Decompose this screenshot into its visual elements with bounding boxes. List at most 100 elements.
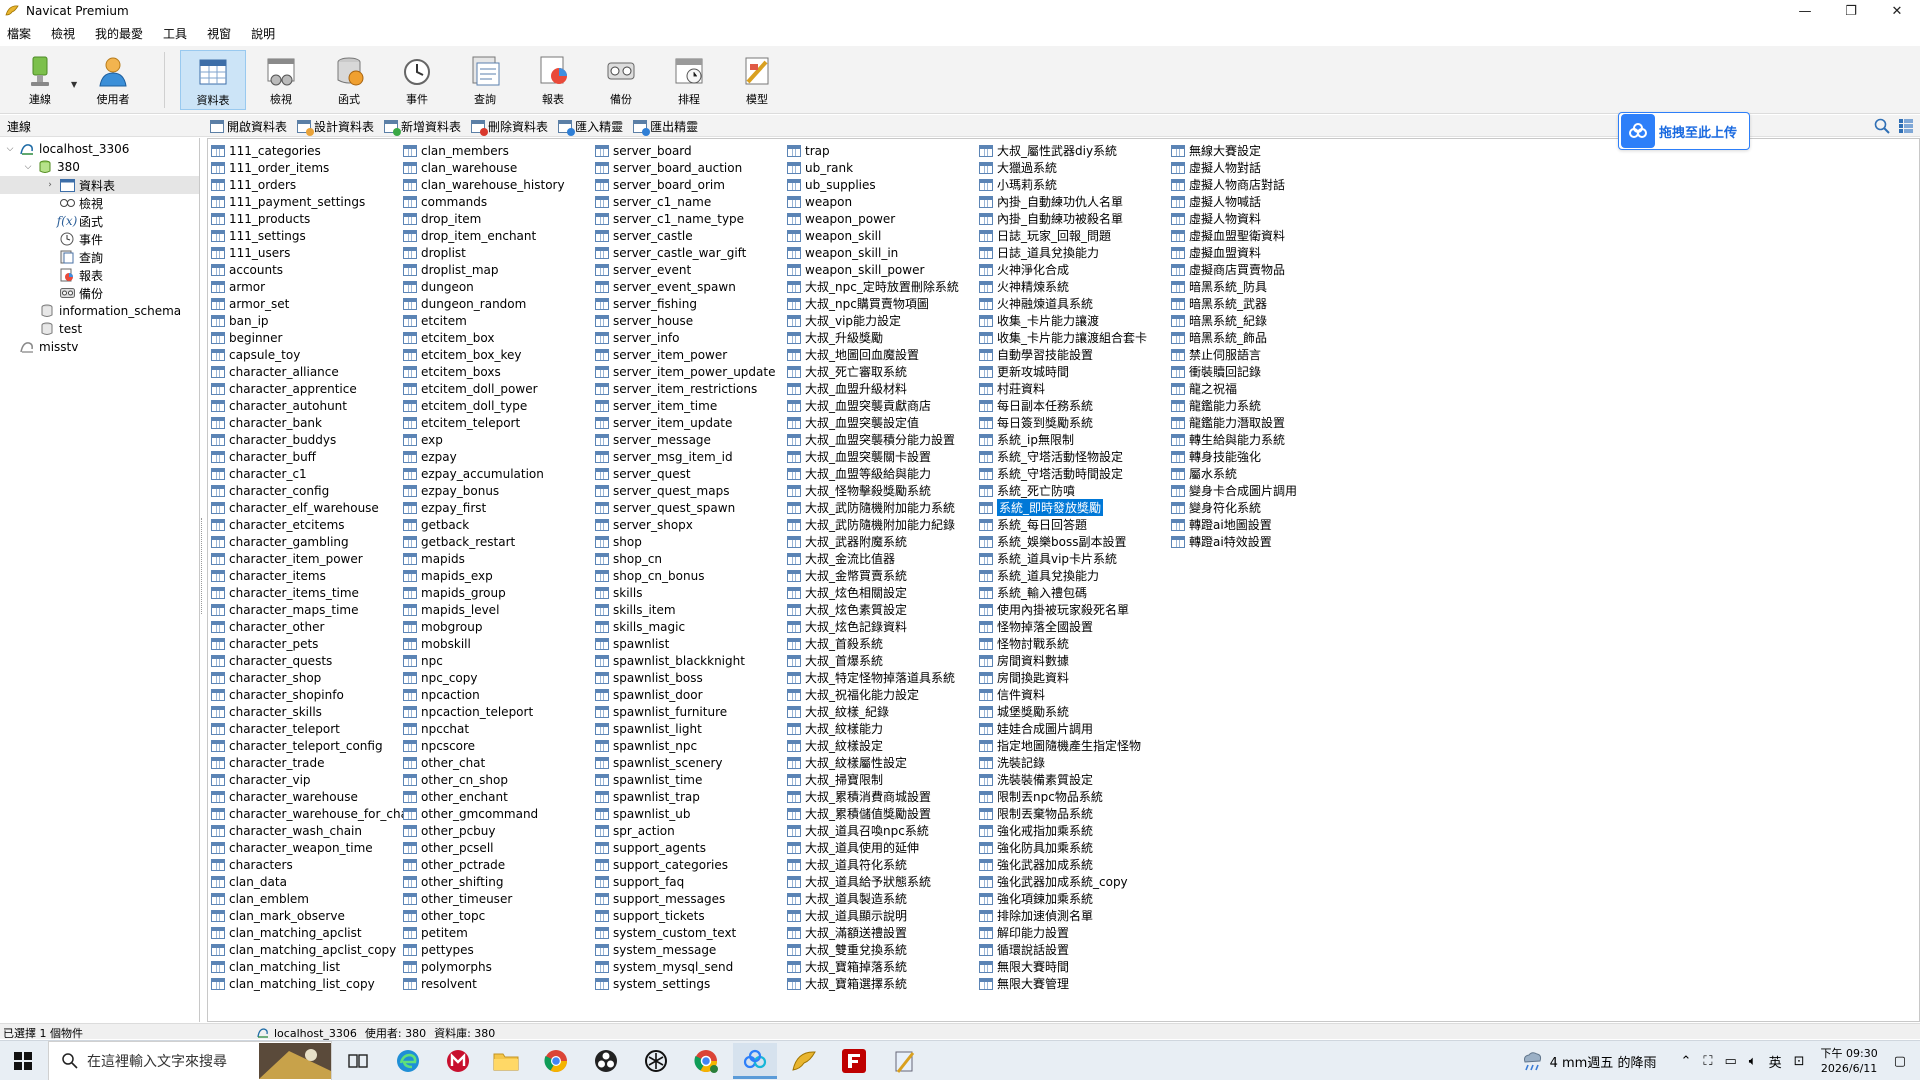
table-item[interactable]: character_items xyxy=(211,567,391,584)
table-item[interactable]: 強化武器加成系統 xyxy=(979,856,1165,873)
new-table-button[interactable]: 新增資料表 xyxy=(384,117,461,136)
table-item[interactable]: 大叔_血盟突襲積分能力設置 xyxy=(787,431,967,448)
table-item[interactable]: weapon xyxy=(787,193,967,210)
table-item[interactable]: 使用內掛被玩家殺死名單 xyxy=(979,601,1165,618)
table-item[interactable]: ub_supplies xyxy=(787,176,967,193)
tree-connection-localhost[interactable]: ⌵ localhost_3306 xyxy=(4,140,130,158)
table-item[interactable]: character_skills xyxy=(211,703,391,720)
table-item[interactable]: system_settings xyxy=(595,975,775,992)
table-item[interactable]: spawnlist_light xyxy=(595,720,775,737)
table-item[interactable]: resolvent xyxy=(403,975,583,992)
table-item[interactable]: beginner xyxy=(211,329,391,346)
table-item[interactable]: 洗裝裝備素質設定 xyxy=(979,771,1165,788)
table-item[interactable]: character_wash_chain xyxy=(211,822,391,839)
table-item[interactable]: 大叔_首殺系統 xyxy=(787,635,967,652)
table-item[interactable]: 大叔_紋樣_紀錄 xyxy=(787,703,967,720)
table-item[interactable]: droplist_map xyxy=(403,261,583,278)
table-item[interactable]: skills_magic xyxy=(595,618,775,635)
table-item[interactable]: other_pcbuy xyxy=(403,822,583,839)
table-item[interactable]: polymorphs xyxy=(403,958,583,975)
taskbar-obs[interactable] xyxy=(584,1043,628,1079)
table-item[interactable]: 無限大賽管理 xyxy=(979,975,1165,992)
table-item[interactable]: server_item_update xyxy=(595,414,775,431)
table-item[interactable]: character_teleport_config xyxy=(211,737,391,754)
table-item[interactable]: 系統_守塔活動怪物設定 xyxy=(979,448,1165,465)
table-item[interactable]: 指定地圖隨機產生指定怪物 xyxy=(979,737,1165,754)
tree-database-information-schema[interactable]: information_schema xyxy=(36,302,181,320)
table-item[interactable]: 大叔_掃寶限制 xyxy=(787,771,967,788)
taskbar-chrome[interactable] xyxy=(534,1043,578,1079)
table-item[interactable]: 火神融煉道具系統 xyxy=(979,295,1165,312)
table-item[interactable]: armor_set xyxy=(211,295,391,312)
table-item[interactable]: 轉蹬ai特效設置 xyxy=(1171,533,1351,550)
table-item[interactable]: mapids xyxy=(403,550,583,567)
table-item[interactable]: ezpay_accumulation xyxy=(403,465,583,482)
table-item[interactable]: ezpay xyxy=(403,448,583,465)
menu-favorites[interactable]: 我的最愛 xyxy=(88,23,156,45)
table-item[interactable]: 衝裝贖回記錄 xyxy=(1171,363,1351,380)
table-item[interactable]: spawnlist_trap xyxy=(595,788,775,805)
table-item[interactable]: 城堡獎勵系統 xyxy=(979,703,1165,720)
table-item[interactable]: 房間換匙資料 xyxy=(979,669,1165,686)
table-item[interactable]: 怪物討戰系統 xyxy=(979,635,1165,652)
table-item[interactable]: exp xyxy=(403,431,583,448)
table-item[interactable]: npcscore xyxy=(403,737,583,754)
table-item[interactable]: 系統_娛樂boss副本設置 xyxy=(979,533,1165,550)
table-item[interactable]: 大叔_炫色相關設定 xyxy=(787,584,967,601)
tree-database-380[interactable]: ⌵ 380 xyxy=(22,158,80,176)
table-item[interactable]: weapon_skill_in xyxy=(787,244,967,261)
table-item[interactable]: server_board_orim xyxy=(595,176,775,193)
table-item[interactable]: 大叔_祝福化能力設定 xyxy=(787,686,967,703)
table-item[interactable]: 大叔_npc_定時放置刪除系統 xyxy=(787,278,967,295)
table-item[interactable]: 大叔_道具製造系統 xyxy=(787,890,967,907)
table-item[interactable]: 虛擬人物商店對話 xyxy=(1171,176,1351,193)
table-item[interactable]: mapids_level xyxy=(403,601,583,618)
table-item[interactable]: support_agents xyxy=(595,839,775,856)
maximize-button[interactable]: ❐ xyxy=(1828,0,1874,22)
table-item[interactable]: character_other xyxy=(211,618,391,635)
table-item[interactable]: character_alliance xyxy=(211,363,391,380)
table-item[interactable]: weapon_power xyxy=(787,210,967,227)
table-item[interactable]: character_vip xyxy=(211,771,391,788)
table-item[interactable]: 強化戒指加乘系統 xyxy=(979,822,1165,839)
menu-help[interactable]: 說明 xyxy=(244,23,288,45)
ime-indicator[interactable]: 英 xyxy=(1769,1052,1782,1071)
table-item[interactable]: spawnlist_blackknight xyxy=(595,652,775,669)
table-item[interactable]: 虛擬人物喊話 xyxy=(1171,193,1351,210)
table-item[interactable]: 火神淨化合成 xyxy=(979,261,1165,278)
table-item[interactable]: 大叔_屬性武器diy系統 xyxy=(979,142,1165,159)
network-icon[interactable]: ⛶ xyxy=(1703,1054,1712,1069)
table-item[interactable]: 收集_卡片能力讓渡組合套卡 xyxy=(979,329,1165,346)
table-item[interactable]: character_elf_warehouse xyxy=(211,499,391,516)
table-item[interactable]: other_cn_shop xyxy=(403,771,583,788)
table-item[interactable]: server_castle_war_gift xyxy=(595,244,775,261)
table-item[interactable]: 大叔_累積消費商城設置 xyxy=(787,788,967,805)
table-item[interactable]: system_mysql_send xyxy=(595,958,775,975)
table-item[interactable]: character_shop xyxy=(211,669,391,686)
tree-node-reports[interactable]: 報表 xyxy=(56,266,103,284)
table-item[interactable]: mapids_group xyxy=(403,584,583,601)
table-item[interactable]: mobskill xyxy=(403,635,583,652)
table-item[interactable]: character_pets xyxy=(211,635,391,652)
toolbar-function-button[interactable]: 函式 xyxy=(316,50,382,110)
table-item[interactable]: 大叔_npc購買賣物項圖 xyxy=(787,295,967,312)
table-item[interactable]: other_chat xyxy=(403,754,583,771)
taskbar-file-explorer[interactable] xyxy=(484,1043,528,1079)
table-item[interactable]: spawnlist_time xyxy=(595,771,775,788)
table-item[interactable]: dungeon xyxy=(403,278,583,295)
menu-file[interactable]: 檔案 xyxy=(0,23,44,45)
table-item[interactable]: server_house xyxy=(595,312,775,329)
table-item[interactable]: capsule_toy xyxy=(211,346,391,363)
table-item[interactable]: 大叔_武防隨機附加能力紀錄 xyxy=(787,516,967,533)
table-item[interactable]: 日誌_玩家_回報_問題 xyxy=(979,227,1165,244)
search-icon[interactable] xyxy=(1873,117,1891,135)
table-item[interactable]: 大叔_紋樣設定 xyxy=(787,737,967,754)
table-item[interactable]: other_pctrade xyxy=(403,856,583,873)
notification-icon[interactable]: ▢ xyxy=(1894,1054,1906,1069)
table-item[interactable]: server_info xyxy=(595,329,775,346)
table-item[interactable]: 怪物掉落全國設置 xyxy=(979,618,1165,635)
table-item[interactable]: server_fishing xyxy=(595,295,775,312)
tree-node-functions[interactable]: f(x) 函式 xyxy=(56,212,103,230)
table-item[interactable]: character_c1 xyxy=(211,465,391,482)
tree-node-views[interactable]: 檢視 xyxy=(56,194,103,212)
